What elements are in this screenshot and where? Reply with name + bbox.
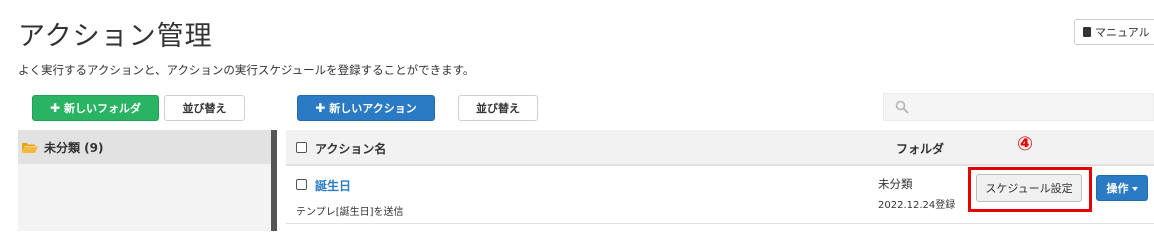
operations-dropdown-button[interactable]: 操作 [1096,175,1148,201]
plus-icon: ✚ [49,101,61,115]
folder-item-label: 未分類 (9) [44,140,104,155]
folder-sidebar: 未分類 (9) [18,130,271,231]
folder-open-icon [22,142,38,153]
plus-icon: ✚ [315,101,326,115]
column-header-name: アクション名 [315,142,387,156]
action-description: テンプレ[誕生日]を送信 [296,207,404,218]
panel-divider[interactable] [271,130,277,231]
column-header-folder: フォルダ [896,142,945,156]
search-input[interactable] [883,93,1154,121]
new-folder-button[interactable]: ✚ 新しいフォルダ [32,95,159,121]
action-name-link[interactable]: 誕生日 [315,177,351,194]
new-folder-label: 新しいフォルダ [64,102,142,115]
new-action-label: 新しいアクション [329,102,417,115]
sort-folders-button[interactable]: 並び替え [164,95,245,121]
caret-down-icon [1131,186,1138,191]
schedule-settings-label: スケジュール設定 [985,182,1073,195]
page-title: アクション管理 [18,21,213,52]
manual-button-label: マニュアル [1095,26,1150,39]
new-action-button[interactable]: ✚ 新しいアクション [297,95,435,121]
step-number-annotation: ④ [1017,133,1034,155]
sort-actions-label: 並び替え [476,102,520,115]
operations-label: 操作 [1106,182,1129,195]
action-folder: 未分類 [878,177,913,191]
search-icon [895,100,909,114]
sort-folders-label: 並び替え [182,102,227,115]
folder-item-uncategorized[interactable]: 未分類 (9) [18,130,271,164]
page-description: よく実行するアクションと、アクションの実行スケジュールを登録することができます。 [18,63,475,77]
select-all-checkbox[interactable] [296,142,307,153]
book-icon [1083,27,1091,37]
row-checkbox[interactable] [296,179,307,190]
action-registered-date: 2022.12.24登録 [878,200,956,211]
manual-button[interactable]: マニュアル [1074,19,1154,45]
sort-actions-button[interactable]: 並び替え [458,95,538,121]
schedule-settings-button[interactable]: スケジュール設定 [976,174,1082,202]
